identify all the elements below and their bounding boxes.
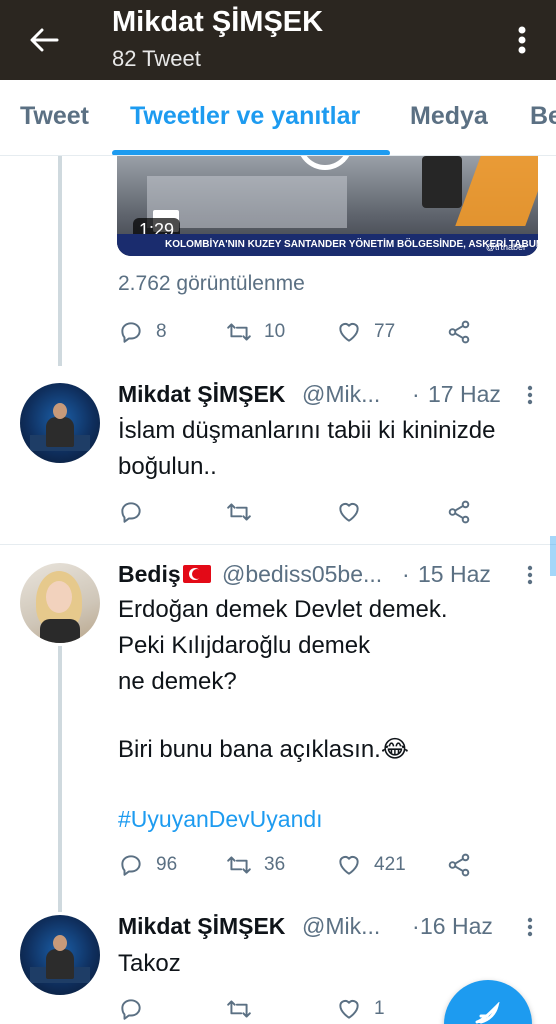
share-icon bbox=[448, 853, 470, 877]
tweet-menu-icon[interactable] bbox=[522, 383, 538, 407]
tweet-actions: 96 36 421 bbox=[118, 850, 538, 880]
tweet-menu-icon[interactable] bbox=[522, 563, 538, 587]
like-count: 77 bbox=[374, 321, 396, 342]
video-presenter bbox=[422, 156, 462, 208]
profile-title: Mikdat ŞİMŞEK bbox=[112, 6, 324, 38]
separator-dot: · bbox=[412, 381, 420, 407]
share-icon bbox=[448, 500, 470, 524]
tweet-text: Takoz bbox=[118, 950, 181, 977]
tweet-text: ne demek? bbox=[118, 668, 237, 695]
reply-button[interactable]: 96 bbox=[118, 850, 177, 880]
separator-dot: · bbox=[402, 561, 410, 587]
reply-icon bbox=[121, 322, 141, 343]
tweet-text: İslam düşmanlarını tabii ki kininizde bbox=[118, 417, 496, 444]
retweet-icon bbox=[227, 323, 251, 341]
reply-count: 8 bbox=[156, 321, 167, 342]
retweet-icon bbox=[227, 503, 251, 521]
retweet-button[interactable] bbox=[226, 497, 264, 527]
reply-icon bbox=[121, 999, 141, 1020]
separator-dot: · bbox=[412, 913, 420, 939]
tweet-actions bbox=[118, 497, 538, 527]
news-ticker: KOLOMBİYA'NIN KUZEY SANTANDER YÖNETİM BÖ… bbox=[117, 234, 538, 256]
view-count: 2.762 görüntülenme bbox=[118, 272, 305, 295]
tweet-text: Erdoğan demek Devlet demek. bbox=[118, 596, 448, 623]
share-button[interactable] bbox=[446, 850, 472, 880]
reply-icon bbox=[121, 502, 141, 523]
reply-icon bbox=[121, 855, 141, 876]
compose-tweet-button[interactable] bbox=[444, 980, 532, 1024]
reply-count: 96 bbox=[156, 854, 178, 875]
retweet-icon bbox=[227, 856, 251, 874]
like-button[interactable] bbox=[336, 497, 374, 527]
share-button[interactable] bbox=[446, 497, 472, 527]
retweet-button[interactable] bbox=[226, 994, 264, 1024]
turkey-flag-icon bbox=[182, 565, 211, 583]
tweet-date[interactable]: 16 Haz bbox=[420, 913, 493, 940]
reply-button[interactable] bbox=[118, 497, 156, 527]
author-handle[interactable]: @Mik... bbox=[302, 913, 380, 940]
tweet-text: Biri bunu bana açıklasın.😂 bbox=[118, 736, 409, 763]
thread-line bbox=[58, 156, 62, 366]
thread-line bbox=[58, 646, 62, 912]
video-watermark: @trthaber bbox=[485, 242, 526, 252]
hashtag-link[interactable]: #UyuyanDevUyandı bbox=[118, 806, 323, 833]
tweet-header: Mikdat ŞİMŞEK @Mik... · 16 Haz bbox=[118, 913, 528, 945]
tweet-count: 82 Tweet bbox=[112, 46, 201, 71]
profile-tabs: Tweet Tweetler ve yanıtlar Medya Be bbox=[0, 80, 556, 156]
author-handle[interactable]: @Mik... bbox=[302, 381, 380, 408]
tweet-text: boğulun.. bbox=[118, 453, 217, 480]
heart-icon bbox=[339, 502, 359, 522]
reply-button[interactable] bbox=[118, 994, 156, 1024]
retweet-count: 36 bbox=[264, 854, 286, 875]
scrollbar[interactable] bbox=[550, 536, 556, 576]
tab-tweets[interactable]: Tweet bbox=[20, 102, 89, 131]
share-button[interactable] bbox=[446, 317, 472, 347]
tab-tweets-and-replies[interactable]: Tweetler ve yanıtlar bbox=[130, 102, 360, 131]
avatar[interactable] bbox=[20, 383, 100, 463]
author-handle[interactable]: @bediss05be... bbox=[222, 561, 382, 588]
compose-feather-icon bbox=[475, 1002, 500, 1024]
back-arrow-icon[interactable] bbox=[22, 18, 66, 62]
author-name[interactable]: Mikdat ŞİMŞEK bbox=[118, 381, 285, 408]
author-name[interactable]: Bediş bbox=[118, 561, 211, 588]
more-options-icon[interactable] bbox=[512, 18, 532, 62]
heart-icon bbox=[339, 322, 359, 342]
like-button[interactable]: 421 bbox=[336, 850, 406, 880]
author-name[interactable]: Mikdat ŞİMŞEK bbox=[118, 913, 285, 940]
like-count: 1 bbox=[374, 998, 385, 1019]
retweet-count: 10 bbox=[264, 321, 286, 342]
share-icon bbox=[448, 320, 470, 344]
like-button[interactable]: 77 bbox=[336, 317, 395, 347]
heart-icon bbox=[339, 999, 359, 1019]
tweet-divider bbox=[0, 544, 556, 545]
top-app-bar: Mikdat ŞİMŞEK 82 Tweet bbox=[0, 0, 556, 80]
retweet-button[interactable]: 36 bbox=[226, 850, 285, 880]
heart-icon bbox=[339, 855, 359, 875]
like-count: 421 bbox=[374, 854, 406, 875]
avatar[interactable] bbox=[20, 915, 100, 995]
tab-likes[interactable]: Be bbox=[530, 102, 556, 131]
laughing-emoji: 😂 bbox=[380, 736, 409, 763]
reply-button[interactable]: 8 bbox=[118, 317, 167, 347]
tweet-date[interactable]: 17 Haz bbox=[428, 381, 501, 408]
retweet-icon bbox=[227, 1000, 251, 1018]
tab-media[interactable]: Medya bbox=[410, 102, 488, 131]
avatar[interactable] bbox=[20, 563, 100, 643]
retweet-button[interactable]: 10 bbox=[226, 317, 285, 347]
tweet-header: Bediş @bediss05be... · 15 Haz bbox=[118, 561, 528, 593]
like-button[interactable]: 1 bbox=[336, 994, 385, 1024]
tweet-header: Mikdat ŞİMŞEK @Mik... · 17 Haz bbox=[118, 381, 528, 413]
tweet-text: Peki Kılıjdaroğlu demek bbox=[118, 632, 371, 659]
tweet-date[interactable]: 15 Haz bbox=[418, 561, 491, 588]
video-player[interactable]: 1:29 KOLOMBİYA'NIN KUZEY SANTANDER YÖNET… bbox=[117, 156, 538, 256]
tweet-menu-icon[interactable] bbox=[522, 915, 538, 939]
tweet-actions: 8 10 77 bbox=[118, 317, 538, 347]
